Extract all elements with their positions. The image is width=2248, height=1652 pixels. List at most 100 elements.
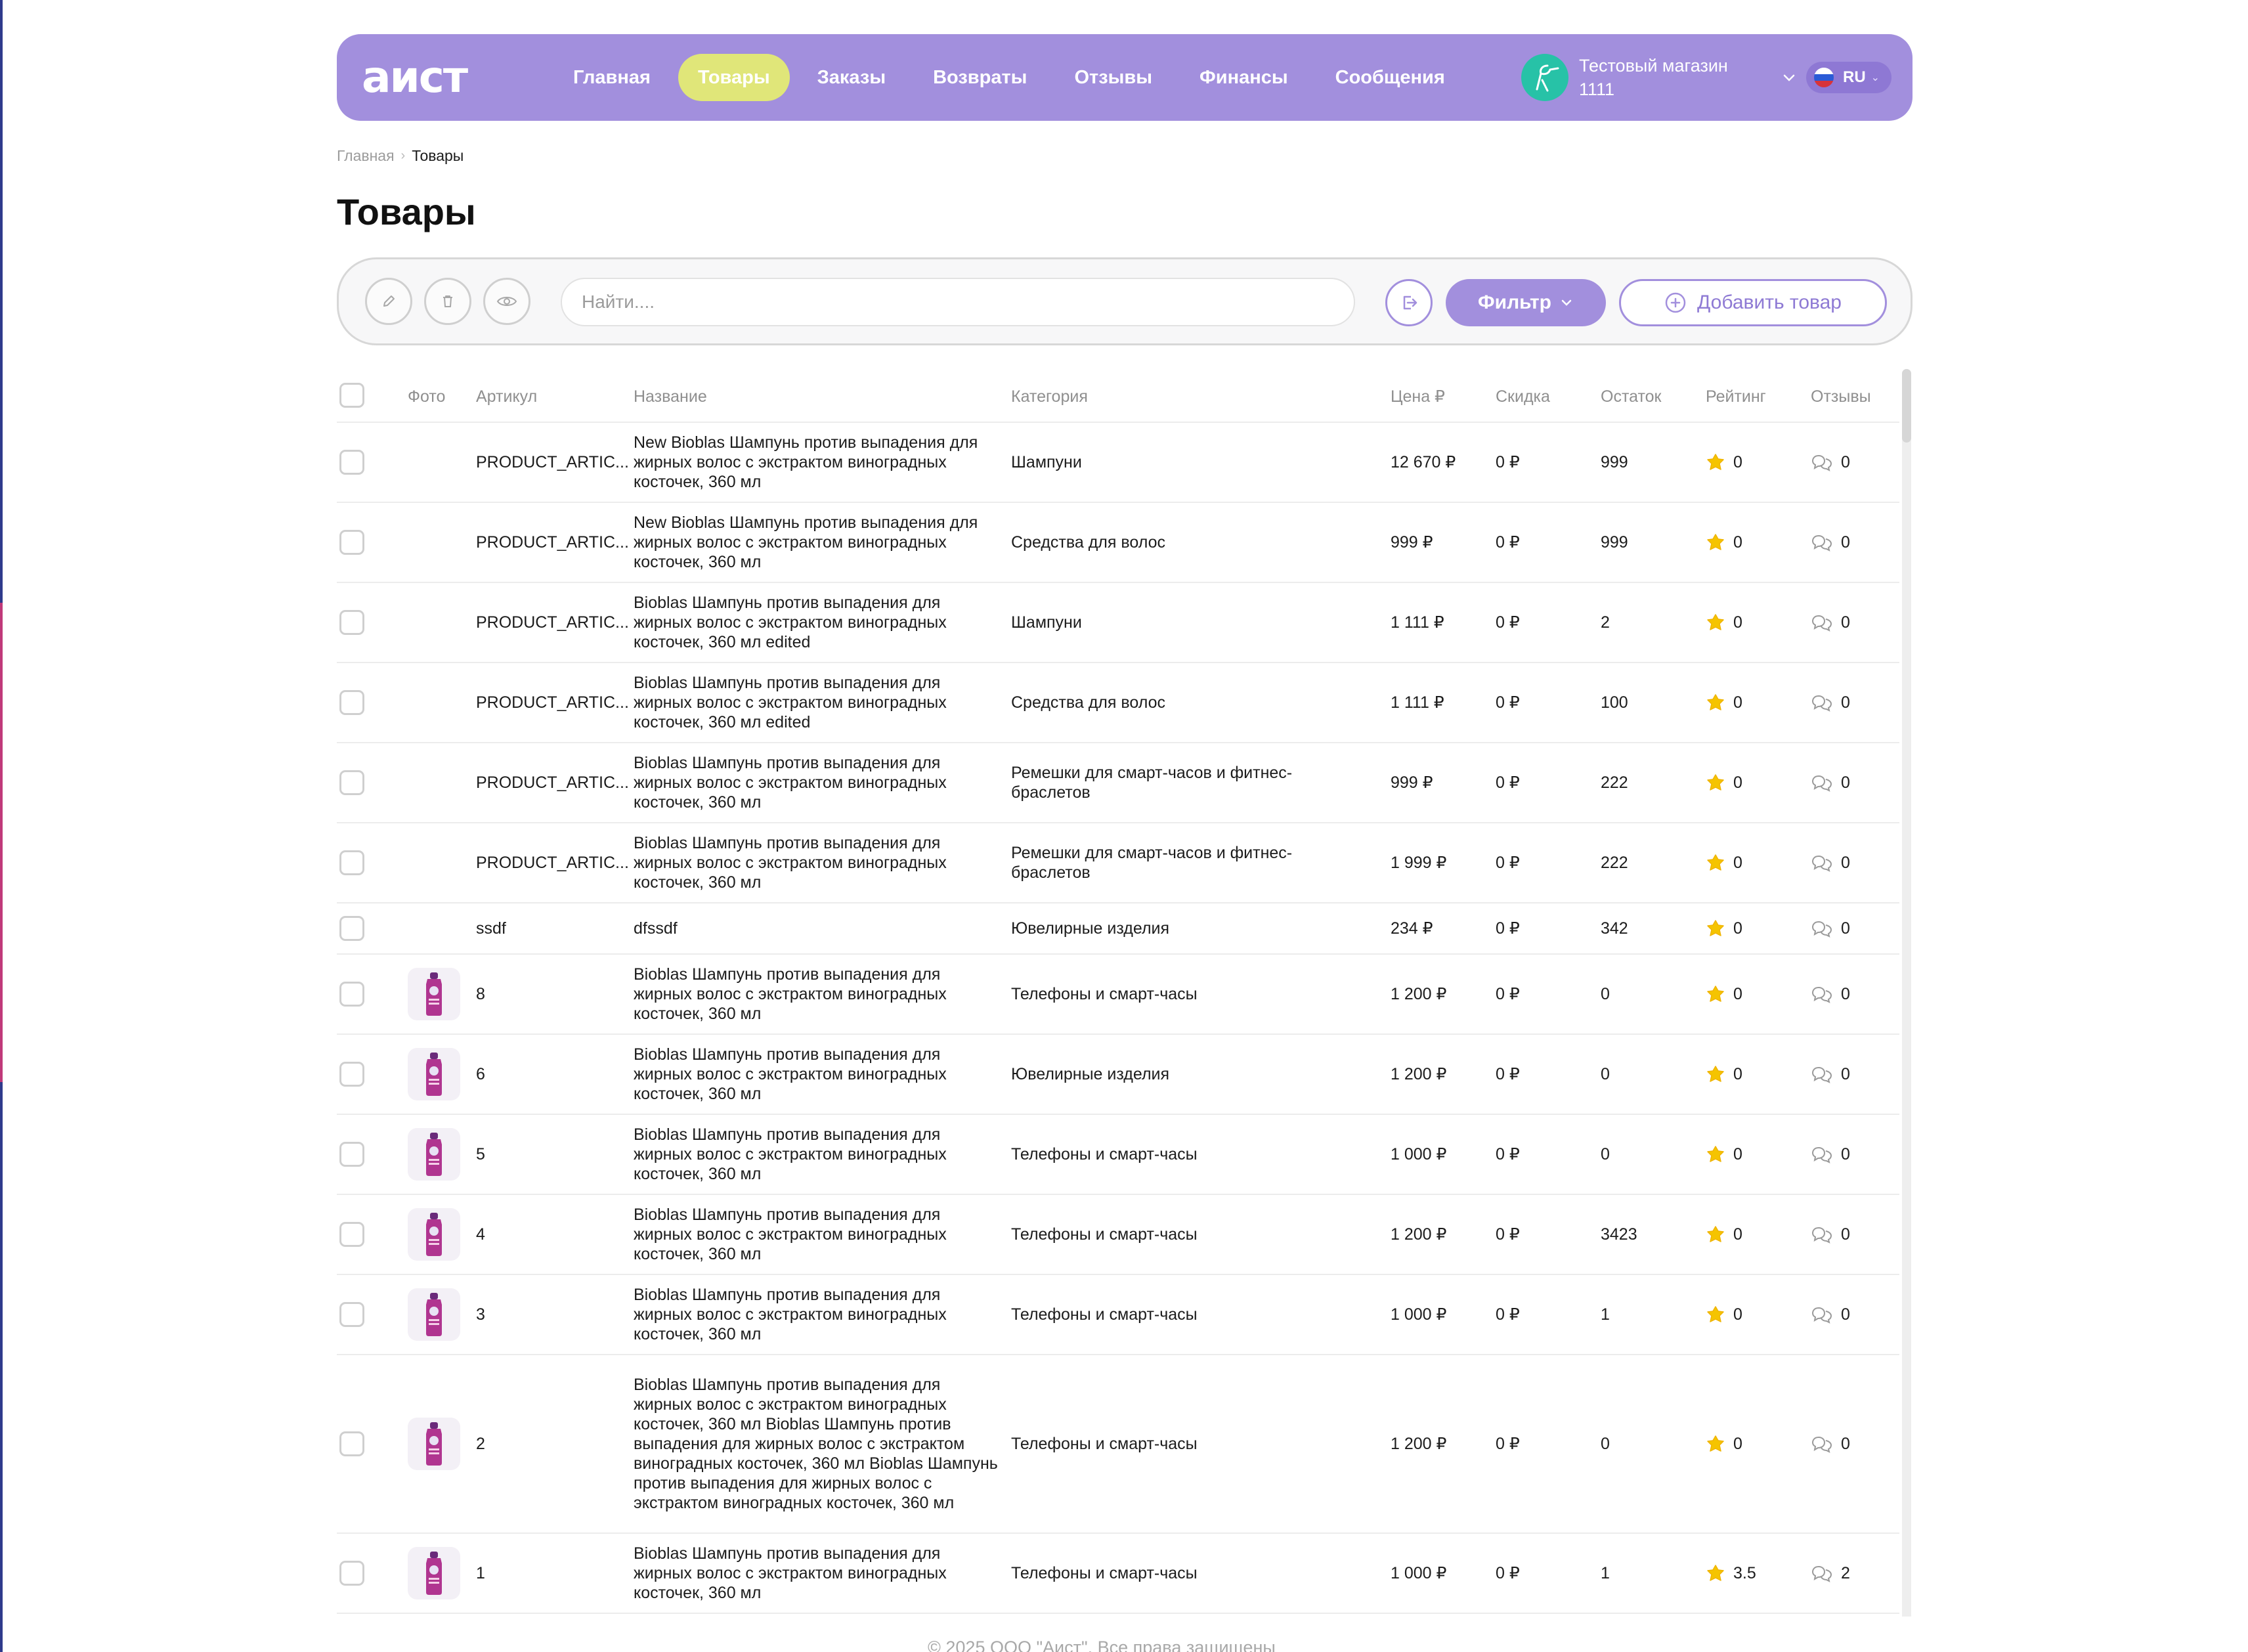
edit-button[interactable] xyxy=(365,278,412,325)
add-product-button[interactable]: Добавить товар xyxy=(1619,279,1887,326)
row-checkbox[interactable] xyxy=(339,850,364,875)
product-photo[interactable] xyxy=(408,1288,460,1341)
row-checkbox[interactable] xyxy=(339,916,364,941)
nav-item[interactable]: Отзывы xyxy=(1054,54,1172,101)
name-cell[interactable]: Bioblas Шампунь против выпадения для жир… xyxy=(634,1205,1001,1264)
product-photo[interactable] xyxy=(408,1208,460,1261)
name-cell[interactable]: Bioblas Шампунь против выпадения для жир… xyxy=(634,1285,1001,1344)
table-row[interactable]: 6 Bioblas Шампунь против выпадения для жи… xyxy=(337,1035,1899,1115)
column-header[interactable]: Скидка xyxy=(1496,386,1550,407)
reviews-cell[interactable]: 0 xyxy=(1811,1434,1850,1454)
row-checkbox[interactable] xyxy=(339,1561,364,1586)
row-checkbox[interactable] xyxy=(339,1222,364,1247)
name-cell[interactable]: Bioblas Шампунь против выпадения для жир… xyxy=(634,1045,1001,1104)
reviews-cell[interactable]: 0 xyxy=(1811,984,1850,1004)
stock-cell: 222 xyxy=(1601,773,1628,792)
discount-cell: 0 ₽ xyxy=(1496,1145,1520,1163)
select-all-checkbox[interactable] xyxy=(339,383,364,408)
reviews-cell[interactable]: 0 xyxy=(1811,533,1850,552)
name-cell[interactable]: Bioblas Шампунь против выпадения для жир… xyxy=(634,753,1001,812)
logo[interactable]: аист xyxy=(362,54,468,101)
reviews-cell[interactable]: 2 xyxy=(1811,1563,1850,1583)
row-checkbox[interactable] xyxy=(339,770,364,795)
row-checkbox[interactable] xyxy=(339,1302,364,1327)
table-row[interactable]: 8 Bioblas Шампунь против выпадения для жи… xyxy=(337,955,1899,1035)
column-header[interactable]: Остаток xyxy=(1601,386,1661,407)
reviews-cell[interactable]: 0 xyxy=(1811,1144,1850,1164)
product-photo[interactable] xyxy=(408,1048,460,1100)
chevron-down-icon[interactable] xyxy=(1776,64,1802,91)
nav-item[interactable]: Возвраты xyxy=(913,54,1047,101)
column-header[interactable]: Название xyxy=(634,386,707,407)
visibility-button[interactable] xyxy=(483,278,530,325)
table-row[interactable]: PRODUCT_ARTIC... Bioblas Шампунь против в… xyxy=(337,823,1899,903)
reviews-cell[interactable]: 0 xyxy=(1811,693,1850,712)
name-cell[interactable]: Bioblas Шампунь против выпадения для жир… xyxy=(634,593,1001,652)
breadcrumb-current: Товары xyxy=(412,147,464,164)
row-checkbox[interactable] xyxy=(339,450,364,475)
row-checkbox[interactable] xyxy=(339,690,364,715)
table-row[interactable]: 5 Bioblas Шампунь против выпадения для жи… xyxy=(337,1115,1899,1195)
table-row[interactable]: 3 Bioblas Шампунь против выпадения для жи… xyxy=(337,1275,1899,1355)
table-row[interactable]: PRODUCT_ARTIC... Bioblas Шампунь против в… xyxy=(337,743,1899,823)
name-cell[interactable]: Bioblas Шампунь против выпадения для жир… xyxy=(634,965,1001,1024)
column-header[interactable]: Цена ₽ xyxy=(1391,386,1445,407)
table-row[interactable]: PRODUCT_ARTIC... Bioblas Шампунь против в… xyxy=(337,663,1899,743)
name-cell[interactable]: Bioblas Шампунь против выпадения для жир… xyxy=(634,1125,1001,1184)
table-row[interactable]: PRODUCT_ARTIC... New Bioblas Шампунь прот… xyxy=(337,503,1899,583)
row-checkbox[interactable] xyxy=(339,982,364,1007)
row-checkbox[interactable] xyxy=(339,610,364,635)
shop-selector[interactable]: Тестовый магазин 1111 xyxy=(1521,54,1802,101)
name-cell[interactable]: New Bioblas Шампунь против выпадения для… xyxy=(634,513,1001,572)
scrollbar-track[interactable] xyxy=(1902,369,1911,1617)
rating-value: 0 xyxy=(1733,613,1742,632)
table-row[interactable]: 2 Bioblas Шампунь против выпадения для жи… xyxy=(337,1355,1899,1534)
row-checkbox[interactable] xyxy=(339,530,364,555)
reviews-cell[interactable]: 0 xyxy=(1811,1064,1850,1084)
row-checkbox[interactable] xyxy=(339,1062,364,1087)
nav-item[interactable]: Финансы xyxy=(1180,54,1308,101)
scrollbar-thumb[interactable] xyxy=(1902,369,1911,443)
table-row[interactable]: PRODUCT_ARTIC... Bioblas Шампунь против в… xyxy=(337,583,1899,663)
name-cell[interactable]: New Bioblas Шампунь против выпадения для… xyxy=(634,433,1001,492)
column-header[interactable]: Отзывы xyxy=(1811,386,1871,407)
export-button[interactable] xyxy=(1385,279,1433,326)
reviews-cell[interactable]: 0 xyxy=(1811,1305,1850,1324)
table-row[interactable]: 1 Bioblas Шампунь против выпадения для жи… xyxy=(337,1534,1899,1614)
name-cell[interactable]: Bioblas Шампунь против выпадения для жир… xyxy=(634,833,1001,892)
nav-item[interactable]: Главная xyxy=(553,54,670,101)
name-cell[interactable]: Bioblas Шампунь против выпадения для жир… xyxy=(634,1544,1001,1603)
name-cell[interactable]: dfssdf xyxy=(634,919,1001,938)
search-input[interactable] xyxy=(561,278,1355,326)
reviews-cell[interactable]: 0 xyxy=(1811,853,1850,873)
name-cell[interactable]: Bioblas Шампунь против выпадения для жир… xyxy=(634,673,1001,732)
column-header[interactable]: Фото xyxy=(408,386,445,407)
chat-icon xyxy=(1811,1307,1832,1324)
breadcrumb-home[interactable]: Главная xyxy=(337,147,395,165)
language-switcher[interactable]: RU ⌄ xyxy=(1806,62,1891,93)
reviews-cell[interactable]: 0 xyxy=(1811,773,1850,793)
delete-button[interactable] xyxy=(424,278,471,325)
table-row[interactable]: ssdf dfssdf Ювелирные изделия 234 ₽ 0 ₽ 342 0 0 xyxy=(337,903,1899,955)
table-row[interactable]: PRODUCT_ARTIC... New Bioblas Шампунь прот… xyxy=(337,423,1899,503)
nav-item[interactable]: Заказы xyxy=(798,54,905,101)
column-header[interactable]: Категория xyxy=(1011,386,1088,407)
column-header[interactable]: Артикул xyxy=(476,386,537,407)
reviews-cell[interactable]: 0 xyxy=(1811,1225,1850,1244)
column-header[interactable]: Рейтинг xyxy=(1706,386,1766,407)
product-photo[interactable] xyxy=(408,1547,460,1599)
name-cell[interactable]: Bioblas Шампунь против выпадения для жир… xyxy=(634,1375,1001,1513)
reviews-cell[interactable]: 0 xyxy=(1811,613,1850,632)
chat-icon xyxy=(1811,1565,1832,1582)
reviews-cell[interactable]: 0 xyxy=(1811,452,1850,472)
product-photo[interactable] xyxy=(408,968,460,1020)
table-row[interactable]: 4 Bioblas Шампунь против выпадения для жи… xyxy=(337,1195,1899,1275)
filter-button[interactable]: Фильтр xyxy=(1446,279,1606,326)
product-photo[interactable] xyxy=(408,1128,460,1181)
row-checkbox[interactable] xyxy=(339,1142,364,1167)
nav-item[interactable]: Товары xyxy=(678,54,790,101)
nav-item[interactable]: Сообщения xyxy=(1316,54,1465,101)
product-photo[interactable] xyxy=(408,1418,460,1470)
reviews-cell[interactable]: 0 xyxy=(1811,919,1850,938)
row-checkbox[interactable] xyxy=(339,1431,364,1456)
